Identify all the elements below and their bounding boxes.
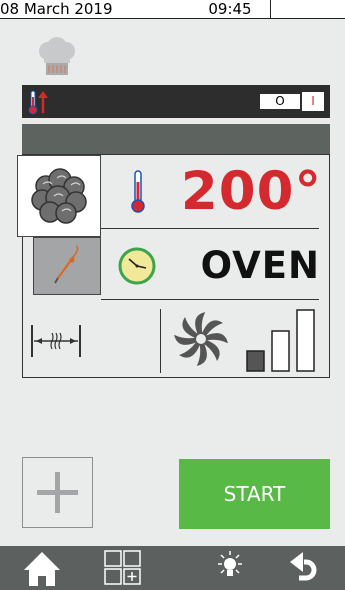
grid-add-button[interactable]: [102, 546, 146, 590]
thermometer-icon: [126, 168, 150, 218]
fan-speed-bars-icon[interactable]: [245, 307, 321, 377]
light-icon: [218, 551, 242, 576]
grid-add-icon: [104, 550, 141, 585]
mode-value[interactable]: OVEN: [170, 237, 330, 295]
core-probe-button[interactable]: [33, 237, 101, 295]
cooking-cycle-icon: [31, 168, 87, 224]
add-step-button[interactable]: [22, 457, 93, 528]
toggle-off-label: O: [258, 92, 302, 111]
time-label: 09:45: [208, 0, 252, 18]
light-button[interactable]: [214, 546, 246, 590]
chef-hat-icon[interactable]: [35, 36, 79, 80]
status-bar: 08 March 2019 09:45: [0, 0, 345, 19]
cooking-cycle-button[interactable]: [17, 155, 101, 237]
status-divider: [270, 0, 271, 19]
home-icon: [24, 552, 60, 586]
temperature-value[interactable]: 200°: [160, 156, 330, 228]
panel-divider: [160, 309, 161, 373]
power-toggle[interactable]: O I: [258, 92, 324, 111]
add-icon: [37, 472, 78, 513]
back-arrow-icon: [290, 552, 317, 581]
back-button[interactable]: [286, 546, 322, 590]
oven-screen: 08 March 2019 09:45 O I 200° OVEN START: [0, 0, 345, 590]
fan-icon: [174, 312, 228, 370]
clock-icon: [117, 246, 157, 290]
toggle-on-label: I: [311, 94, 315, 108]
temperature-bar: O I: [22, 85, 330, 118]
half-load-icon[interactable]: [28, 319, 84, 367]
thermometer-up-icon: [28, 89, 58, 119]
probe-icon: [54, 245, 79, 284]
home-button[interactable]: [20, 546, 64, 590]
panel-divider: [101, 299, 319, 300]
bottom-nav-bar: [0, 546, 345, 590]
program-band: [22, 124, 330, 154]
start-button[interactable]: START: [179, 459, 330, 529]
panel-divider: [101, 228, 319, 229]
date-label: 08 March 2019: [0, 0, 113, 18]
